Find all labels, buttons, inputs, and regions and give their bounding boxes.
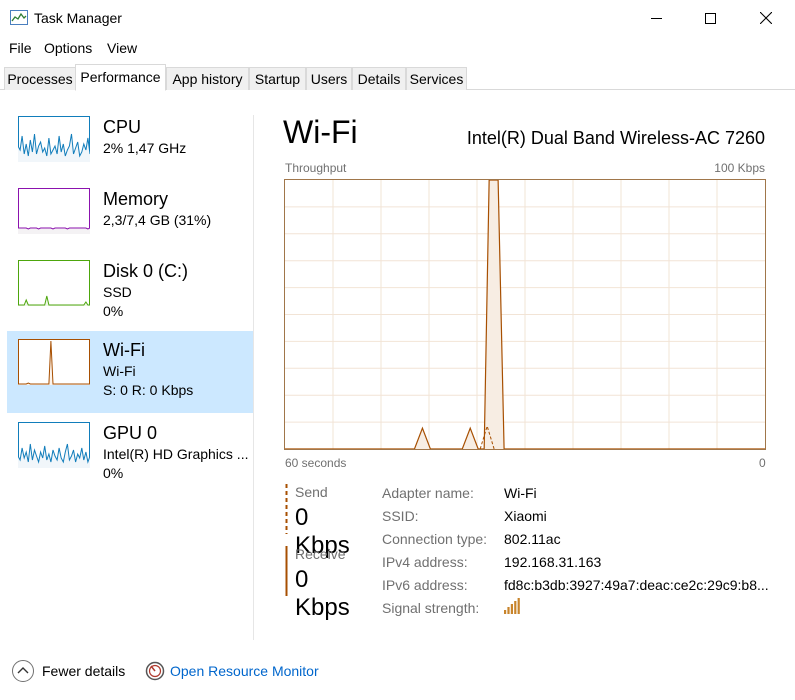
- receive-stat: Receive 0 Kbps: [285, 546, 365, 621]
- window-title: Task Manager: [34, 10, 122, 26]
- resource-detail: 2,3/7,4 GB (31%): [103, 212, 212, 228]
- time-zero-label: 0: [759, 456, 766, 470]
- resource-name: Wi-Fi: [103, 340, 145, 360]
- fewer-details-button[interactable]: [12, 660, 34, 682]
- chevron-up-icon: [17, 667, 29, 674]
- close-button[interactable]: [743, 0, 789, 36]
- resource-item-memory[interactable]: Memory 2,3/7,4 GB (31%): [7, 180, 253, 262]
- menu-view[interactable]: View: [107, 40, 137, 56]
- resource-item-gpu[interactable]: GPU 0 Intel(R) HD Graphics ... 0%: [7, 414, 253, 496]
- footer: Fewer details Open Resource Monitor: [0, 648, 795, 700]
- throughput-graph: [284, 179, 766, 450]
- resource-detail-secondary: 0%: [103, 303, 124, 319]
- cpu-thumbnail-graph: [18, 116, 90, 162]
- open-resource-monitor-link[interactable]: Open Resource Monitor: [170, 663, 319, 679]
- resource-item-disk[interactable]: Disk 0 (C:) SSD 0%: [7, 252, 253, 334]
- tab-details[interactable]: Details: [352, 67, 406, 90]
- time-span-label: 60 seconds: [285, 456, 347, 470]
- maximize-icon: [704, 12, 716, 24]
- tab-startup[interactable]: Startup: [249, 67, 306, 90]
- task-manager-icon: [10, 10, 28, 25]
- wifi-thumbnail-graph: [18, 339, 90, 385]
- ssid-value: Xiaomi: [504, 508, 547, 524]
- signal-strength-icon: [504, 598, 520, 614]
- resource-detail: SSD: [103, 284, 132, 300]
- minimize-icon: [650, 17, 662, 19]
- device-name: Intel(R) Dual Band Wireless-AC 7260: [466, 128, 765, 148]
- receive-label: Receive: [295, 546, 346, 562]
- adapter-name-value: Wi-Fi: [504, 485, 537, 501]
- close-icon: [760, 12, 772, 24]
- resource-name: Disk 0 (C:): [103, 261, 188, 281]
- receive-indicator: [285, 546, 288, 596]
- gpu-thumbnail-graph: [18, 422, 90, 468]
- minimize-button[interactable]: [633, 0, 679, 36]
- receive-value: 0 Kbps: [295, 566, 350, 621]
- resource-name: CPU: [103, 117, 142, 137]
- resource-detail: Wi-Fi: [103, 363, 136, 379]
- menu-file[interactable]: File: [9, 40, 32, 56]
- tab-performance[interactable]: Performance: [75, 64, 166, 91]
- ssid-key: SSID:: [382, 508, 419, 524]
- throughput-max-label: 100 Kbps: [714, 161, 765, 175]
- resource-name: GPU 0: [103, 423, 158, 443]
- throughput-label: Throughput: [285, 161, 347, 175]
- tab-processes[interactable]: Processes: [4, 67, 76, 90]
- signal-strength-key: Signal strength:: [382, 600, 480, 616]
- panel-divider: [253, 115, 254, 640]
- connection-type-value: 802.11ac: [504, 531, 561, 547]
- resource-detail-secondary: S: 0 R: 0 Kbps: [103, 382, 194, 398]
- resource-detail-secondary: 0%: [103, 465, 124, 481]
- ipv6-key: IPv6 address:: [382, 577, 468, 593]
- disk-thumbnail-graph: [18, 260, 90, 306]
- page-title: Wi-Fi: [283, 114, 358, 150]
- resource-item-wifi[interactable]: Wi-Fi Wi-Fi S: 0 R: 0 Kbps: [7, 331, 253, 413]
- connection-type-key: Connection type:: [382, 531, 488, 547]
- ipv4-value: 192.168.31.163: [504, 554, 602, 570]
- menu-options[interactable]: Options: [44, 40, 92, 56]
- memory-thumbnail-graph: [18, 188, 90, 234]
- resource-item-cpu[interactable]: CPU 2% 1,47 GHz: [7, 108, 253, 190]
- resource-detail: Intel(R) HD Graphics ...: [103, 446, 249, 462]
- resource-name: Memory: [103, 189, 169, 209]
- adapter-name-key: Adapter name:: [382, 485, 474, 501]
- ipv6-value: fd8c:b3db:3927:49a7:deac:ce2c:29c9:b8...: [504, 577, 769, 593]
- resource-detail: 2% 1,47 GHz: [103, 140, 187, 156]
- maximize-button[interactable]: [687, 0, 733, 36]
- fewer-details-link[interactable]: Fewer details: [42, 663, 125, 679]
- ipv4-key: IPv4 address:: [382, 554, 468, 570]
- resource-monitor-icon[interactable]: [145, 661, 165, 681]
- tab-services[interactable]: Services: [406, 67, 467, 90]
- tab-strip: Processes Performance App history Startu…: [0, 64, 795, 91]
- send-stat: Send 0 Kbps: [285, 484, 365, 559]
- send-label: Send: [295, 484, 328, 500]
- tab-users[interactable]: Users: [306, 67, 352, 90]
- send-indicator: [285, 484, 288, 534]
- title-bar: Task Manager: [0, 0, 795, 36]
- tab-app-history[interactable]: App history: [166, 67, 249, 90]
